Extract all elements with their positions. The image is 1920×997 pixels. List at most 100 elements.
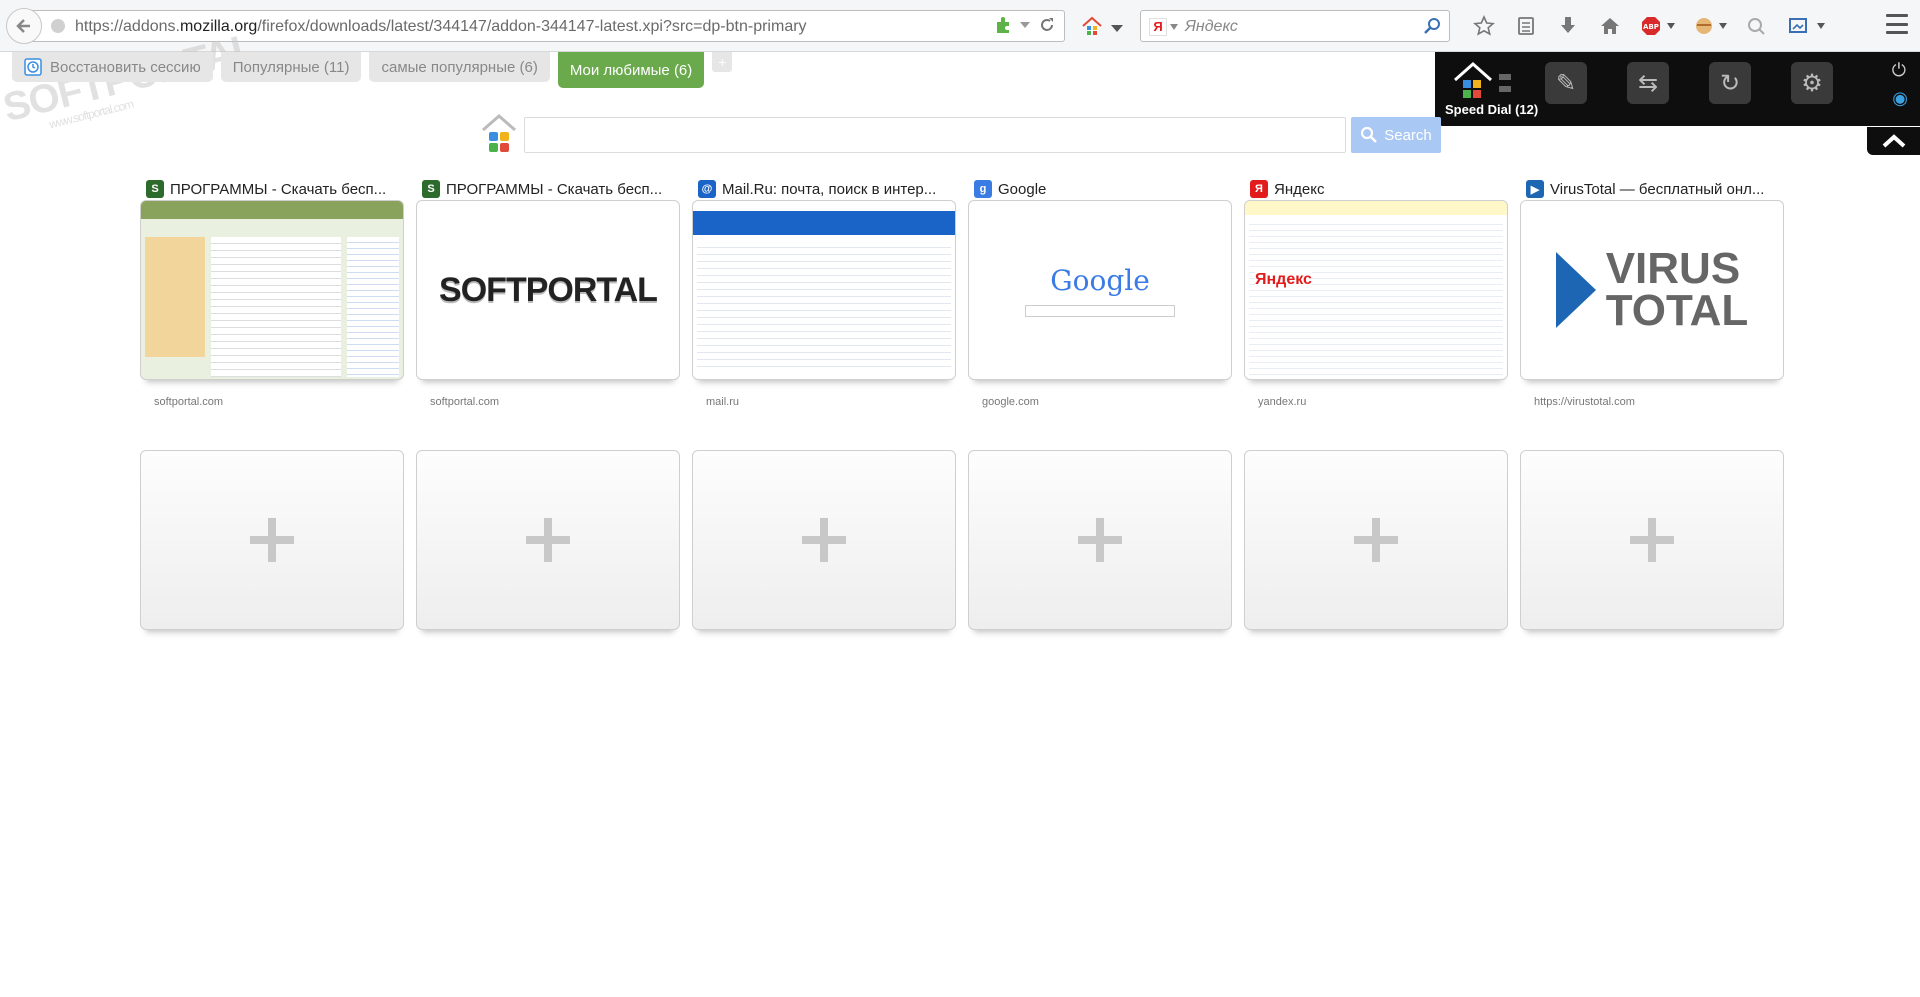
dial-thumbnail[interactable]: Google — [968, 200, 1232, 380]
group-tabs: Восстановить сессию Популярные (11) самы… — [12, 52, 733, 90]
plus-icon — [1078, 518, 1122, 562]
empty-dial-tile[interactable] — [968, 450, 1232, 630]
svg-text:ABP: ABP — [1643, 23, 1659, 31]
yandex-logo: Яндекс — [1255, 271, 1312, 289]
favicon-icon: Я — [1250, 180, 1268, 198]
chevron-down-icon[interactable] — [1718, 17, 1728, 35]
favicon-icon: ▶ — [1526, 180, 1544, 198]
reload-icon[interactable] — [1038, 16, 1056, 34]
toolbar-icons: ABP — [1470, 12, 1826, 40]
back-button[interactable] — [6, 8, 42, 44]
empty-dial-tile[interactable] — [692, 450, 956, 630]
favicon-icon: S — [422, 180, 440, 198]
tab-label: самые популярные (6) — [381, 58, 538, 76]
dial-thumbnail[interactable] — [140, 200, 404, 380]
search-button[interactable]: Search — [1351, 117, 1441, 153]
gear-icon[interactable]: ⚙ — [1791, 62, 1833, 104]
search-placeholder: Яндекс — [1185, 18, 1238, 35]
globe-icon — [51, 19, 65, 33]
yandex-logo[interactable]: Я — [1149, 18, 1167, 36]
url-bar-icons — [994, 16, 1056, 34]
search-engine-dropdown-icon[interactable] — [1169, 23, 1179, 31]
dial-url: softportal.com — [430, 396, 500, 408]
search-bar[interactable]: Я Яндекс — [1140, 10, 1450, 42]
chevron-down-icon[interactable] — [1816, 17, 1826, 35]
add-group-button[interactable]: + — [712, 52, 733, 72]
import-export-icon[interactable]: ⇆ — [1627, 62, 1669, 104]
softportal-logo: SOFTPORTAL — [439, 270, 658, 309]
collapse-panel-button[interactable] — [1867, 127, 1920, 155]
tab-restore-session[interactable]: Восстановить сессию — [12, 52, 213, 82]
speed-dial-search-input[interactable] — [524, 117, 1346, 153]
dial-thumbnail[interactable]: VIRUS TOTAL — [1520, 200, 1784, 380]
plus-icon — [1354, 518, 1398, 562]
speed-dial-actions: ✎ ⇆ ↻ ⚙ — [1545, 62, 1833, 104]
google-logo: Google — [1050, 263, 1150, 297]
chevron-down-icon[interactable] — [1666, 17, 1676, 35]
plus-icon — [250, 518, 294, 562]
plus-icon — [802, 518, 846, 562]
favicon-icon: S — [146, 180, 164, 198]
dial-url: yandex.ru — [1258, 396, 1307, 408]
clock-icon — [24, 58, 42, 76]
refresh-icon[interactable]: ↻ — [1709, 62, 1751, 104]
arrow-left-icon — [16, 19, 30, 33]
favicon-icon: g — [974, 180, 992, 198]
empty-dial-tile[interactable] — [1520, 450, 1784, 630]
tab-label: Мои любимые (6) — [569, 61, 693, 79]
dial-thumbnail[interactable] — [692, 200, 956, 380]
tab-label: Популярные (11) — [232, 58, 350, 76]
tab-label: Восстановить сессию — [50, 58, 201, 76]
url-bar[interactable]: https://addons.mozilla.org/firefox/downl… — [30, 10, 1065, 42]
dial-title[interactable]: g Google — [974, 178, 1232, 200]
chevron-up-icon — [1882, 134, 1905, 148]
power-icon[interactable]: ⏻ — [1892, 60, 1906, 81]
dial-title[interactable]: S ПРОГРАММЫ - Скачать бесп... — [146, 178, 404, 200]
dial-url: https://virustotal.com — [1534, 396, 1635, 408]
puzzle-icon[interactable] — [994, 16, 1012, 34]
download-icon[interactable] — [1554, 12, 1582, 40]
dial-title[interactable]: @ Mail.Ru: почта, поиск в интер... — [698, 178, 956, 200]
speed-dial-panel: Speed Dial (12) ✎ ⇆ ↻ ⚙ ⏻ ◉ — [1435, 52, 1920, 126]
plus-icon — [1630, 518, 1674, 562]
edit-dials-icon[interactable]: ✎ — [1545, 62, 1587, 104]
virustotal-chevron-icon — [1555, 252, 1596, 328]
search-icon — [1361, 126, 1378, 143]
home-multicolor-icon[interactable] — [1078, 12, 1106, 40]
url-text[interactable]: https://addons.mozilla.org/firefox/downl… — [75, 18, 807, 36]
search-icon[interactable] — [1423, 16, 1443, 36]
plus-icon — [526, 518, 570, 562]
bookmarks-list-icon[interactable] — [1512, 12, 1540, 40]
empty-dial-tile[interactable] — [416, 450, 680, 630]
browser-toolbar: https://addons.mozilla.org/firefox/downl… — [0, 0, 1920, 52]
tab-popular[interactable]: Популярные (11) — [220, 52, 362, 82]
empty-dial-tile[interactable] — [140, 450, 404, 630]
favicon-icon: @ — [698, 180, 716, 198]
search-button-label: Search — [1384, 126, 1432, 144]
dial-title[interactable]: Я Яндекс — [1250, 178, 1508, 200]
dial-url: google.com — [982, 396, 1039, 408]
speed-dial-logo-icon — [480, 112, 518, 161]
dial-title[interactable]: ▶ VirusTotal — бесплатный онл... — [1526, 178, 1784, 200]
dial-title[interactable]: S ПРОГРАММЫ - Скачать бесп... — [422, 178, 680, 200]
tab-my-favorites[interactable]: Мои любимые (6) — [557, 52, 705, 88]
dial-url: softportal.com — [154, 396, 224, 408]
dial-thumbnail[interactable]: SOFTPORTAL — [416, 200, 680, 380]
dropdown-arrow-icon[interactable] — [1018, 18, 1032, 32]
virustotal-logo: VIRUS TOTAL — [1605, 244, 1749, 335]
eye-icon[interactable]: ◉ — [1892, 88, 1908, 109]
empty-dial-tile[interactable] — [1244, 450, 1508, 630]
dial-thumbnail[interactable]: Яндекс — [1244, 200, 1508, 380]
star-icon[interactable] — [1470, 12, 1498, 40]
hamburger-menu-icon[interactable] — [1886, 14, 1908, 34]
speed-dial-label: Speed Dial (12) — [1445, 102, 1539, 117]
dial-url: mail.ru — [706, 396, 740, 408]
speed-dial-home-icon[interactable] — [1451, 60, 1517, 107]
adblock-icon[interactable]: ABP — [1638, 12, 1666, 40]
extension-icon[interactable] — [1690, 12, 1718, 40]
tab-most-popular[interactable]: самые популярные (6) — [369, 52, 550, 82]
sync-icon[interactable] — [1742, 12, 1770, 40]
home-icon[interactable] — [1596, 12, 1624, 40]
screenshot-icon[interactable] — [1784, 12, 1812, 40]
chevron-down-icon[interactable] — [1110, 20, 1124, 38]
